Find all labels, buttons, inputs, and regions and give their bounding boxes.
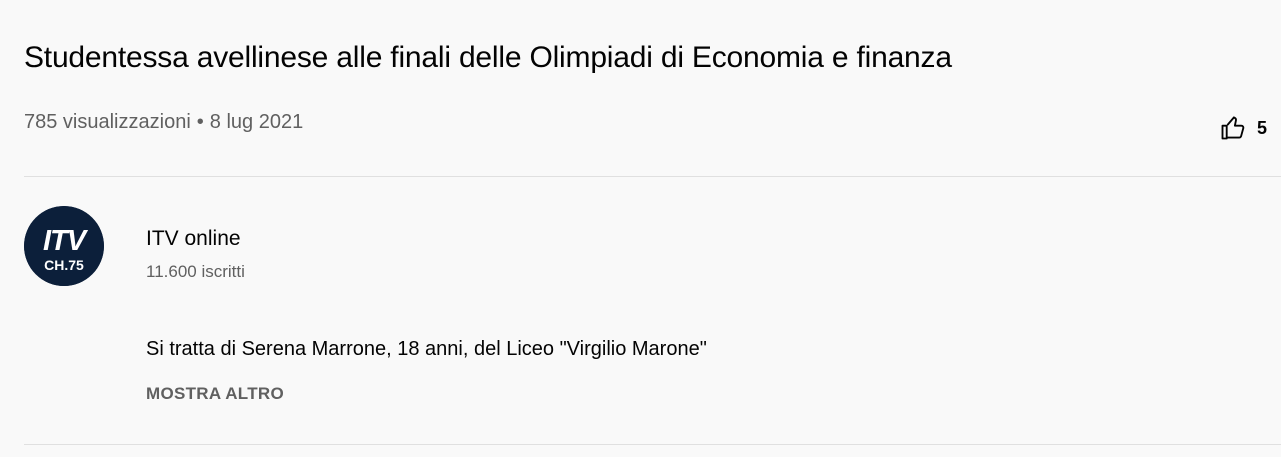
logo-bottom-text: CH.75 (44, 257, 84, 273)
upload-date: 8 lug 2021 (209, 111, 304, 133)
video-meta: 785 visualizzazioni • 8 lug 2021 (24, 108, 303, 136)
channel-name[interactable]: ITV online (146, 225, 241, 253)
like-button[interactable]: 5 (1219, 110, 1267, 146)
divider (24, 176, 1281, 177)
channel-avatar[interactable]: ITV CH.75 (24, 206, 104, 286)
logo-top-text: ITV (43, 225, 89, 257)
show-more-button[interactable]: MOSTRA ALTRO (146, 382, 284, 406)
itv-logo: ITV CH.75 (24, 206, 104, 286)
view-count: 785 visualizzazioni (24, 111, 191, 133)
subscriber-count: 11.600 iscritti (146, 262, 245, 281)
video-description: Si tratta di Serena Marrone, 18 anni, de… (146, 338, 707, 360)
divider (24, 444, 1281, 445)
meta-separator: • (196, 111, 204, 133)
like-count: 5 (1256, 117, 1267, 138)
video-info-panel: Studentessa avellinese alle finali delle… (0, 0, 1281, 457)
video-title: Studentessa avellinese alle finali delle… (24, 41, 952, 74)
thumbs-up-icon (1219, 114, 1247, 142)
